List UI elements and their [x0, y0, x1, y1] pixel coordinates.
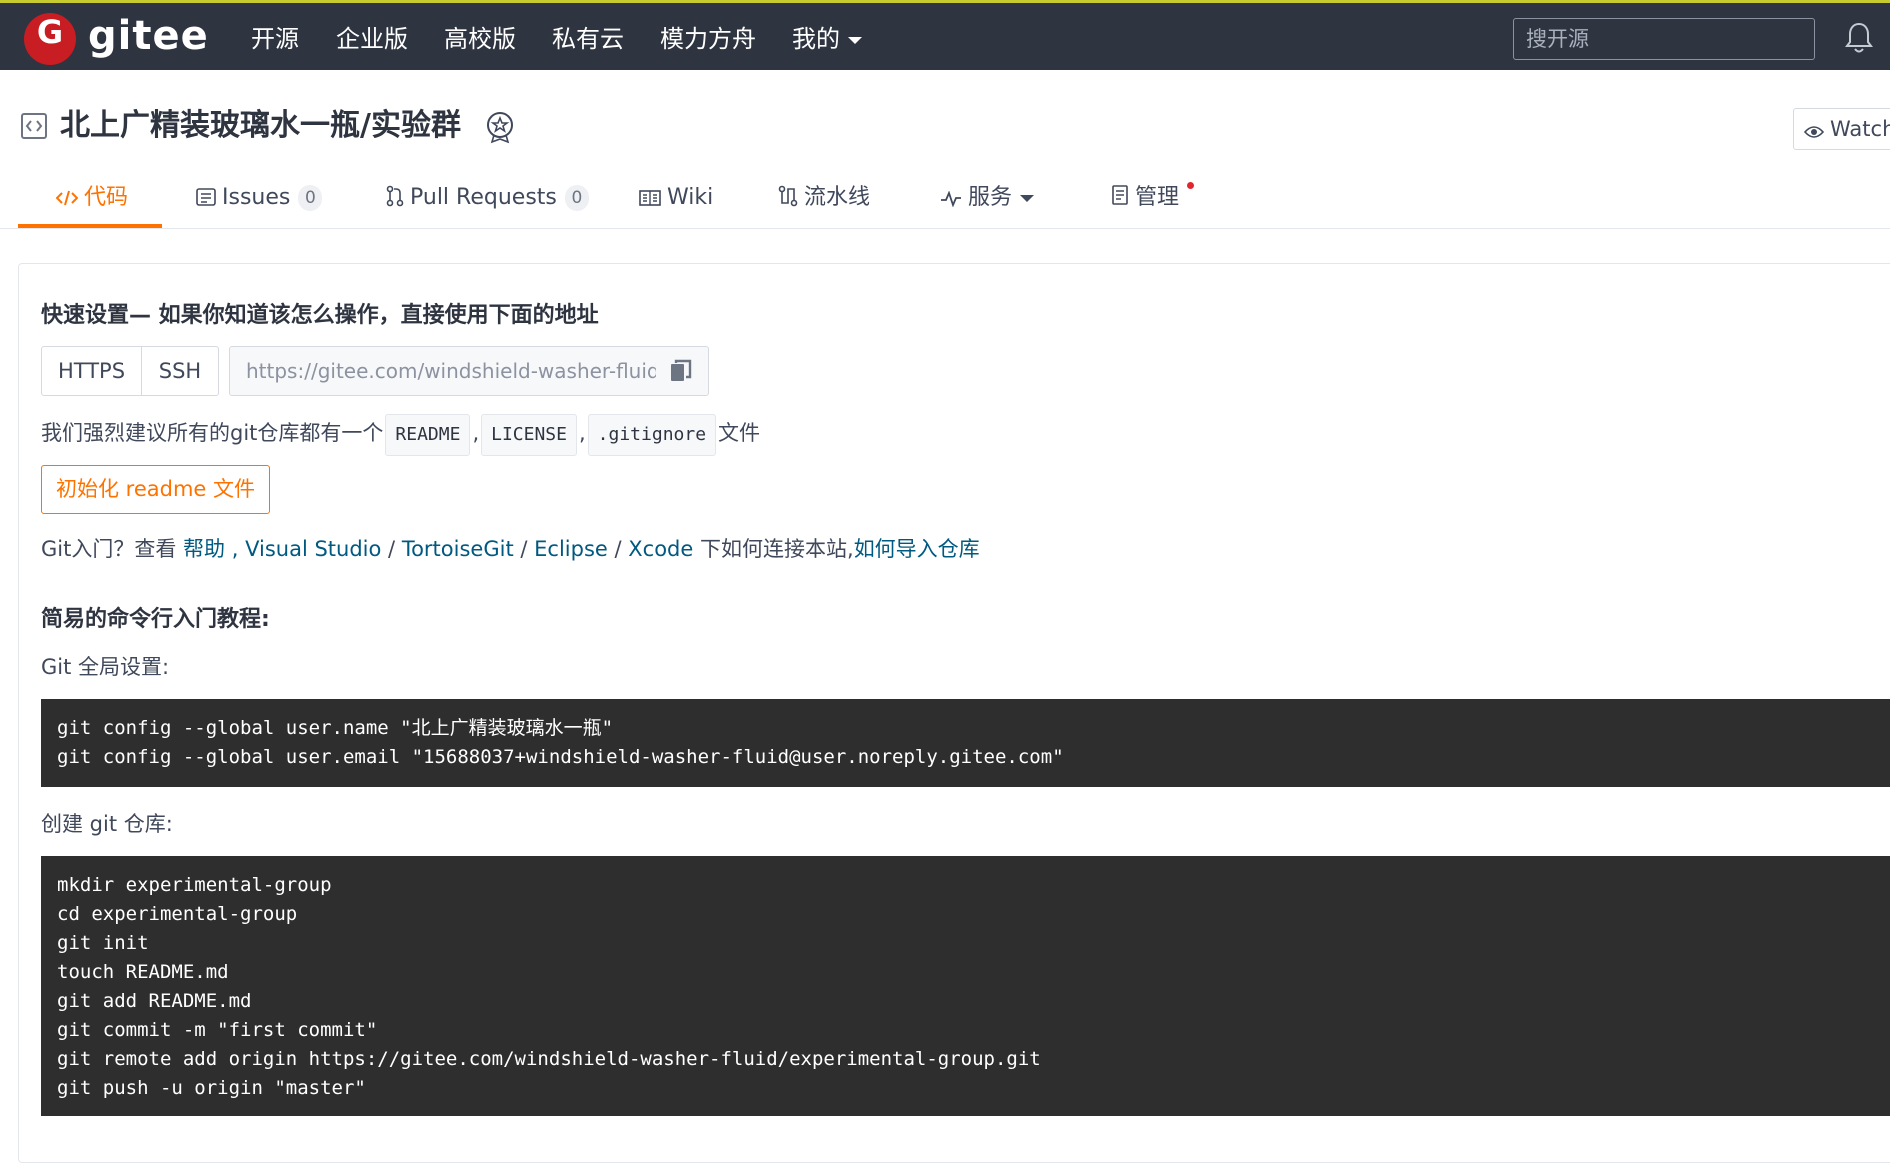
nav-enterprise[interactable]: 企业版 [336, 19, 408, 59]
code-line: git init [57, 932, 149, 954]
tab-services-label: 服务 [968, 185, 1013, 210]
active-tab-underline [18, 224, 162, 228]
tutorial-heading: 简易的命令行入门教程: [41, 607, 270, 632]
code-line: git remote add origin https://gitee.com/… [57, 1048, 1041, 1070]
manage-icon [1112, 185, 1128, 205]
quick-setup-heading: 快速设置— 如果你知道该怎么操作，直接使用下面的地址 [41, 303, 599, 328]
tab-manage[interactable]: 管理 [1111, 176, 1179, 220]
create-repo-code[interactable]: mkdir experimental-group cd experimental… [41, 856, 1890, 1116]
tortoisegit-link[interactable]: TortoiseGit [402, 537, 514, 561]
recommend-suffix: 文件 [718, 421, 761, 445]
recommend-sep-2: , [578, 421, 586, 445]
tab-issues[interactable]: Issues 0 [196, 176, 323, 220]
ssh-button[interactable]: SSH [142, 347, 218, 395]
notification-dot [1187, 182, 1194, 189]
top-navbar: G gitee 开源 企业版 高校版 私有云 模力方舟 我的 [0, 0, 1890, 70]
gitee-logo-icon[interactable]: G [24, 13, 76, 65]
chevron-down-icon [848, 36, 862, 44]
tab-pipeline-label: 流水线 [804, 185, 871, 210]
tab-pull-requests-label: Pull Requests [410, 185, 557, 210]
https-button[interactable]: HTTPS [42, 347, 141, 395]
logo-glyph: G [36, 13, 64, 51]
code-line: git commit -m "first commit" [57, 1019, 378, 1041]
bell-icon[interactable] [1844, 21, 1874, 55]
code-line: mkdir experimental-group [57, 874, 332, 896]
tab-code-label: 代码 [84, 185, 129, 210]
code-line: cd experimental-group [57, 903, 298, 925]
tab-code[interactable]: 代码 [55, 176, 129, 220]
clone-url-field[interactable]: https://gitee.com/windshield-washer-flui… [229, 346, 709, 396]
tab-wiki-label: Wiki [667, 185, 714, 210]
book-icon [639, 190, 661, 206]
help-link[interactable]: 帮助 [183, 537, 225, 561]
code-line: git config --global user.email "15688037… [57, 746, 1064, 768]
issues-icon [196, 188, 216, 206]
code-icon [55, 190, 79, 206]
xcode-link[interactable]: Xcode [628, 537, 693, 561]
tab-services[interactable]: 服务 [940, 176, 1035, 220]
code-line: git add README.md [57, 990, 252, 1012]
guide-middle: 下如何连接本站, [700, 537, 854, 561]
global-config-code[interactable]: git config --global user.name "北上广精装玻璃水一… [41, 699, 1890, 787]
slash-1: / [388, 537, 396, 561]
readme-chip: README [385, 414, 471, 456]
search-input[interactable] [1513, 18, 1815, 60]
badge-icon[interactable] [484, 110, 516, 144]
eclipse-link[interactable]: Eclipse [534, 537, 608, 561]
nav-open-source[interactable]: 开源 [251, 19, 299, 59]
repo-tabs: 代码 Issues 0 Pull Requests 0 Wiki 流水线 服务 … [0, 170, 1890, 229]
nav-moli-fangzhou[interactable]: 模力方舟 [660, 19, 756, 59]
license-chip: LICENSE [481, 414, 577, 456]
nav-mine-label: 我的 [792, 25, 840, 53]
init-readme-button[interactable]: 初始化 readme 文件 [41, 465, 270, 514]
visual-studio-link[interactable]: Visual Studio [245, 537, 381, 561]
repo-title[interactable]: 北上广精装玻璃水一瓶/实验群 [60, 104, 461, 148]
nav-private-cloud[interactable]: 私有云 [552, 19, 624, 59]
chevron-down-icon [1020, 194, 1035, 202]
pulse-icon [941, 190, 961, 208]
recommend-prefix: 我们强烈建议所有的git仓库都有一个 [41, 421, 384, 445]
clone-url-text[interactable]: https://gitee.com/windshield-washer-flui… [246, 347, 656, 395]
eye-icon [1803, 126, 1825, 138]
pull-requests-count-badge: 0 [564, 185, 589, 211]
tab-issues-label: Issues [222, 185, 291, 210]
recommend-line: 我们强烈建议所有的git仓库都有一个 README, LICENSE, .gitign… [41, 414, 760, 456]
import-repo-link[interactable]: 如何导入仓库 [854, 537, 980, 561]
code-line: git config --global user.name "北上广精装玻璃水一… [57, 717, 614, 739]
slash-2: / [520, 537, 528, 561]
global-setup-label: Git 全局设置: [41, 655, 170, 679]
protocol-switch: HTTPS SSH [41, 346, 219, 396]
git-guide-line: Git入门？查看 帮助 , Visual Studio / TortoiseGi… [41, 534, 980, 564]
tab-manage-label: 管理 [1135, 185, 1180, 210]
code-line: git push -u origin "master" [57, 1077, 366, 1099]
guide-prefix: Git入门？查看 [41, 537, 177, 561]
copy-icon[interactable] [670, 359, 692, 383]
tab-pull-requests[interactable]: Pull Requests 0 [386, 176, 589, 220]
guide-sep: , [231, 537, 239, 561]
create-repo-label: 创建 git 仓库: [41, 812, 173, 836]
recommend-sep-1: , [472, 421, 480, 445]
watch-button[interactable]: Watch [1793, 108, 1890, 150]
watch-label: Watch [1830, 117, 1890, 141]
nav-mine[interactable]: 我的 [792, 19, 862, 59]
pipeline-icon [778, 185, 798, 207]
slash-3: / [614, 537, 622, 561]
logo-text[interactable]: gitee [88, 13, 209, 63]
tab-pipeline[interactable]: 流水线 [778, 176, 870, 220]
gitignore-chip: .gitignore [587, 414, 717, 456]
issues-count-badge: 0 [298, 185, 323, 211]
pull-request-icon [386, 185, 404, 207]
repository-icon [21, 113, 47, 139]
nav-education[interactable]: 高校版 [444, 19, 516, 59]
tab-wiki[interactable]: Wiki [639, 176, 713, 220]
code-line: touch README.md [57, 961, 229, 983]
